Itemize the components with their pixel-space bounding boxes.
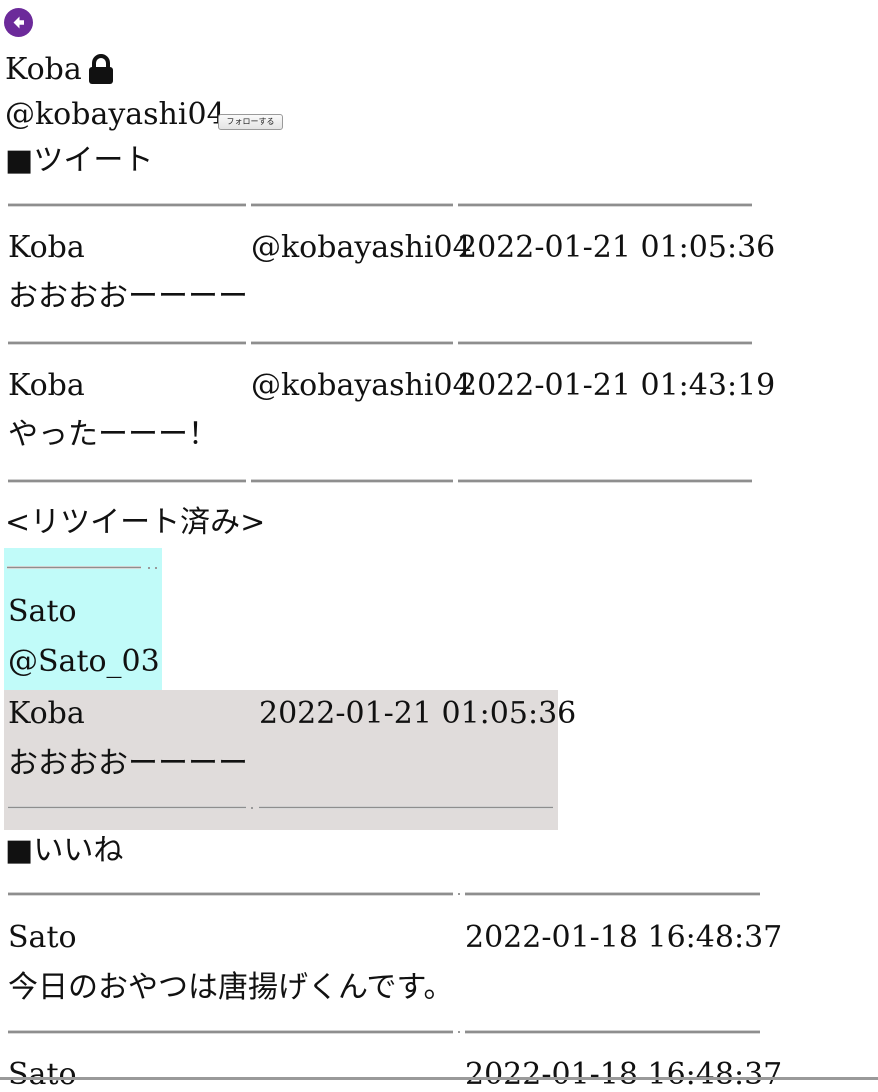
profile-display-name: Koba xyxy=(5,52,82,87)
table-divider xyxy=(251,807,253,809)
tweet-text: おおおおーーーー xyxy=(8,279,248,314)
table-divider xyxy=(458,1031,460,1033)
liked-datetime: 2022-01-18 16:48:37 xyxy=(465,920,783,955)
table-divider xyxy=(8,341,246,345)
table-divider xyxy=(8,806,246,809)
retweeter-name: Sato xyxy=(8,594,77,629)
table-divider xyxy=(251,341,453,345)
tweet-author-name: Koba xyxy=(8,368,85,403)
liked-datetime: 2022-01-18 16:48:37 xyxy=(465,1057,783,1092)
table-divider xyxy=(8,892,453,896)
tweet-author-name: Koba xyxy=(8,230,85,265)
tweet-datetime: 2022-01-21 01:05:36 xyxy=(458,230,776,265)
likes-heading: ■いいね xyxy=(5,833,124,868)
tweets-heading: ■ツイート xyxy=(5,143,154,178)
liked-author-name: Sato xyxy=(8,1057,77,1092)
table-divider xyxy=(148,567,150,569)
table-divider xyxy=(458,341,752,345)
retweeter-handle: @Sato_03 xyxy=(8,644,160,679)
table-divider xyxy=(8,1030,453,1034)
table-divider xyxy=(465,892,760,896)
liked-author-name: Sato xyxy=(8,920,77,955)
table-divider xyxy=(155,567,157,569)
table-divider xyxy=(251,203,453,207)
liked-text: 今日のおやつは唐揚げくんです。 xyxy=(8,970,454,1005)
table-divider xyxy=(458,479,752,483)
tweet-datetime: 2022-01-21 01:43:19 xyxy=(458,368,776,403)
table-divider xyxy=(8,479,246,483)
lock-icon xyxy=(89,54,113,84)
table-divider xyxy=(458,893,460,895)
table-divider xyxy=(251,479,453,483)
retweet-datetime: 2022-01-21 01:05:36 xyxy=(259,696,577,731)
tweet-author-handle: @kobayashi04 xyxy=(251,368,472,403)
table-divider xyxy=(465,1030,760,1034)
follow-button[interactable]: フォローする xyxy=(218,114,283,130)
retweet-text: おおおおーーーー xyxy=(8,746,248,781)
tweet-text: やったーーー！ xyxy=(8,417,218,452)
tweet-author-handle: @kobayashi04 xyxy=(251,230,472,265)
table-divider xyxy=(458,203,752,207)
retweet-author-name: Koba xyxy=(8,696,85,731)
back-button[interactable] xyxy=(4,8,33,37)
retweet-heading: <リツイート済み> xyxy=(5,505,266,540)
table-divider xyxy=(8,203,246,207)
table-divider xyxy=(259,806,553,809)
arrow-left-circle-icon xyxy=(13,16,24,29)
table-divider xyxy=(7,566,141,569)
profile-handle: @kobayashi04 xyxy=(5,97,226,132)
